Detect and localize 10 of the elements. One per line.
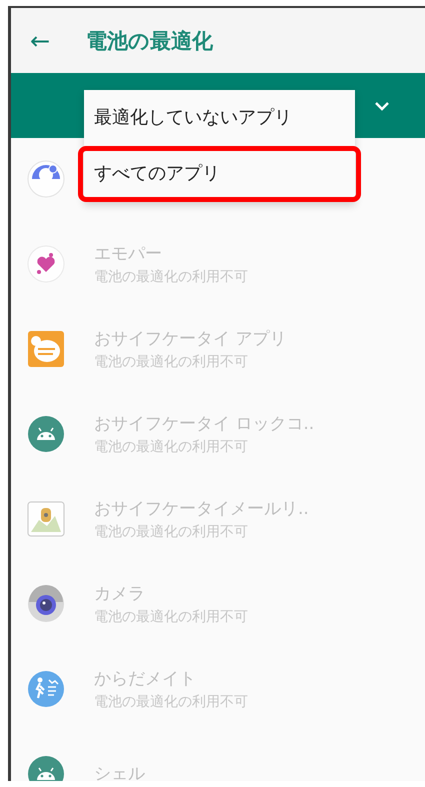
- screen-title: 電池の最適化: [86, 28, 213, 54]
- chevron-down-icon[interactable]: [375, 102, 389, 111]
- app-walking-person-icon: [27, 670, 65, 708]
- app-camera-lens-icon: [27, 584, 65, 622]
- app-map-pin-icon: [27, 500, 65, 538]
- app-wallet-icon: [27, 330, 65, 368]
- dropdown-option[interactable]: すべてのアプリ: [78, 146, 361, 202]
- back-button[interactable]: ←: [30, 26, 86, 54]
- dropdown-option[interactable]: 最適化していないアプリ: [84, 90, 355, 146]
- app-android-robot-icon: [27, 414, 65, 452]
